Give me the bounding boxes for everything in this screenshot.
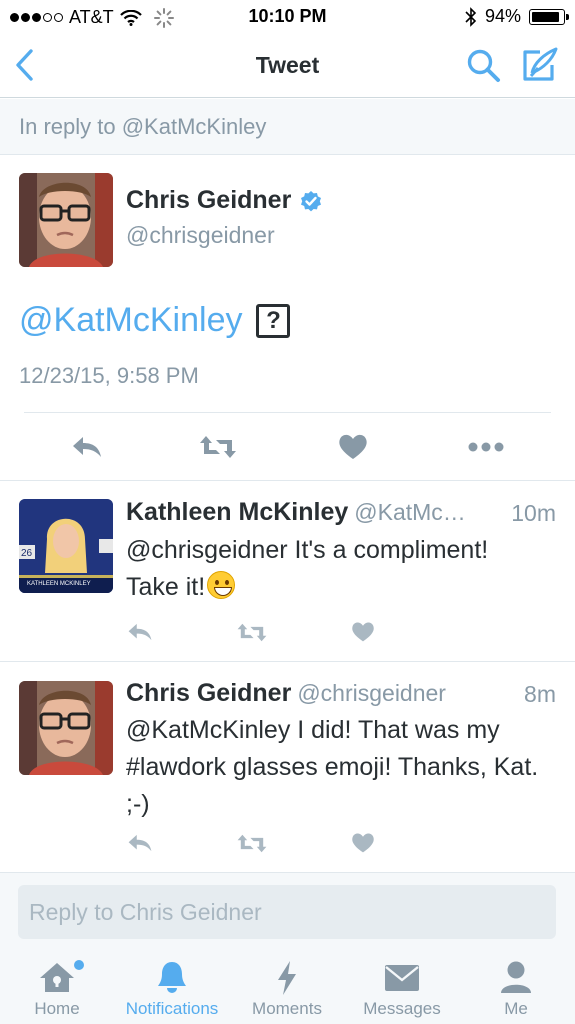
reply-icon [73,437,101,457]
like-icon [352,833,374,853]
home-notification-dot [74,960,84,970]
reply-author-handle[interactable]: @chrisgeidner [297,680,446,706]
battery-level [532,11,559,22]
tab-messages[interactable]: Messages [352,950,452,1024]
retweet-button[interactable] [198,430,238,464]
reply-button[interactable] [126,831,154,855]
avatar-image [19,681,113,775]
author-name-text: Chris Geidner [126,186,292,214]
tab-notifications[interactable]: Notifications [116,950,228,1024]
reply-text-fragment: Take it! [126,573,206,601]
reply-author-name[interactable]: Chris Geidner [126,679,291,707]
tab-label: Messages [363,999,441,1018]
author-avatar[interactable] [19,173,113,267]
battery-icon [529,8,569,25]
nav-bar: Tweet [0,34,575,98]
svg-text:26: 26 [21,548,33,559]
status-right: 94% [465,6,569,27]
tab-label: Moments [252,999,322,1018]
separator [0,661,575,662]
more-button[interactable] [466,430,506,464]
tab-moments[interactable]: Moments [242,950,332,1024]
avatar-image: 26 KATHLEEN MCKINLEY [19,499,113,593]
compose-icon [523,47,558,81]
tab-label: Home [34,999,80,1018]
retweet-icon [237,834,267,852]
like-button[interactable] [336,430,370,464]
search-button[interactable] [466,48,502,84]
avatar-caption: KATHLEEN MCKINLEY [27,581,91,587]
reply-context-bar[interactable]: In reply to @KatMcKinley [0,99,575,155]
like-button[interactable] [350,831,376,855]
reply-time: 8m [524,681,556,707]
lightning-icon [278,961,296,995]
reply-text: @KatMcKinley I did! That was my #lawdork… [126,716,539,818]
reply-input[interactable] [18,885,556,939]
tweet-timestamp: 12/23/15, 9:58 PM [19,363,199,388]
status-bar: AT&T 10:10 PM 94% [0,0,575,34]
search-icon [467,49,500,82]
reply-context-text: In reply to @KatMcKinley [19,114,267,139]
separator [0,480,575,481]
verified-badge-icon [301,190,322,211]
battery-percent: 94% [484,6,521,26]
tweet-actions [0,430,575,464]
reply-header: Chris Geidner @chrisgeidner [126,679,446,708]
like-icon [339,434,367,459]
reply-button[interactable] [126,620,154,644]
more-icon [468,442,504,452]
home-icon [40,963,74,992]
tab-home[interactable]: Home [15,950,99,1024]
reply-composer [0,872,575,950]
like-button[interactable] [350,620,376,644]
retweet-button[interactable] [236,831,268,855]
reply-text-line: @chrisgeidner It's a compliment! [126,536,489,564]
divider [24,412,551,413]
tab-label: Me [504,999,528,1018]
reply-icon [128,623,152,641]
tab-bar: Home Notifications Moments Messages Me [0,950,575,1024]
grinning-face-emoji-icon [207,571,236,599]
retweet-button[interactable] [236,620,268,644]
reply-text-line: Take it! [126,569,556,606]
author-name[interactable]: Chris Geidner [126,186,323,215]
reply-author-handle[interactable]: @KatMc… [354,499,466,525]
tab-label: Notifications [125,999,219,1018]
avatar-image [19,173,113,267]
envelope-icon [385,965,419,991]
unsupported-emoji-glyph: ? [256,303,291,338]
reply-button[interactable] [70,430,104,464]
tab-me[interactable]: Me [476,950,556,1024]
author-handle[interactable]: @chrisgeidner [126,222,275,249]
compose-button[interactable] [520,46,560,84]
reply-icon [128,834,152,852]
like-icon [352,622,374,642]
retweet-icon [237,623,267,641]
person-icon [501,961,531,993]
retweet-icon [200,436,236,458]
reply-author-name[interactable]: Kathleen McKinley [126,498,348,526]
tweet-body: @KatMcKinley ? [19,301,291,340]
reply-time: 10m [511,500,556,526]
reply-avatar[interactable]: 26 KATHLEEN MCKINLEY [19,499,113,593]
reply-text: @chrisgeidner It's a compliment! Take it… [126,532,556,606]
mention-link[interactable]: @KatMcKinley [19,301,242,340]
reply-header: Kathleen McKinley @KatMc… [126,498,466,527]
bell-icon [158,962,186,993]
bluetooth-icon [465,6,477,27]
reply-avatar[interactable] [19,681,113,775]
